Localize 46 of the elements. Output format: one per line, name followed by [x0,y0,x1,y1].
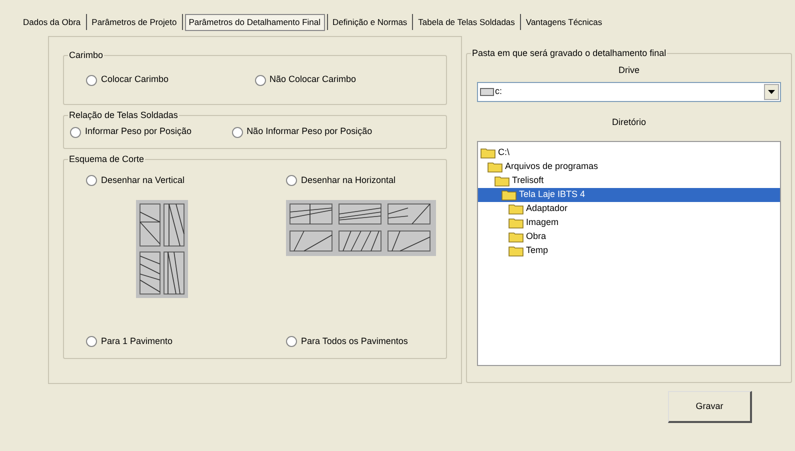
folder-item[interactable]: Tela Laje IBTS 4 [478,188,780,202]
folder-item[interactable]: Temp [478,244,780,258]
tab[interactable]: Dados da Obra [20,14,84,30]
directory-label: Diretório [612,116,646,128]
group-title: Pasta em que será gravado o detalhamento final [471,47,668,59]
radio-option[interactable]: Não Colocar Carimbo [254,73,356,87]
folder-icon [508,245,524,257]
radio-button[interactable] [86,175,97,186]
radio-button[interactable] [286,175,297,186]
open-folder-icon [487,161,503,173]
radio-button[interactable] [254,74,266,86]
radio-option[interactable]: Não Informar Peso por Posição [232,125,372,139]
radio-button[interactable] [86,74,97,86]
folder-item[interactable]: Trelisoft [478,174,780,188]
folder-item[interactable]: Imagem [478,216,780,230]
tab[interactable]: Parâmetros do Detalhamento Final [184,14,325,30]
radio-option[interactable]: Para 1 Pavimento [86,334,286,348]
folder-item[interactable]: C:\ [478,146,780,160]
radio-button[interactable] [86,336,97,347]
group-title: Carimbo [68,49,104,61]
radio-option[interactable]: Desenhar na Vertical [86,174,286,188]
radio-button[interactable] [232,126,243,138]
tab[interactable]: Tabela de Telas Soldadas [415,14,518,30]
radio-option[interactable]: Informar Peso por Posição [70,125,192,139]
radio-button[interactable] [70,126,81,138]
radio-option[interactable]: Desenhar na Horizontal [286,174,446,188]
open-folder-icon [501,189,517,201]
folder-item[interactable]: Obra [478,230,780,244]
folder-icon [508,217,524,229]
folder-item[interactable]: Arquivos de programas [478,160,780,174]
radio-button[interactable] [286,336,297,347]
group-title: Esquema de Corte [68,153,146,165]
tab[interactable]: Parâmetros de Projeto [88,14,180,30]
folder-item[interactable]: Adaptador [478,202,780,216]
group-title: Relação de Telas Soldadas [68,109,179,121]
tab[interactable]: Vantagens Técnicas [522,14,606,30]
save-button[interactable]: Gravar [668,391,752,423]
drive-dropdown[interactable]: c: [477,82,781,102]
radio-option[interactable]: Para Todos os Pavimentos [286,334,446,348]
radio-option[interactable]: Colocar Carimbo [86,73,169,87]
drive-icon [480,88,494,96]
folder-icon [508,231,524,243]
open-folder-icon [480,147,496,159]
drive-label: Drive [618,64,640,77]
tab[interactable]: Definição e Normas [330,14,410,30]
drive-value: c: [495,84,504,98]
